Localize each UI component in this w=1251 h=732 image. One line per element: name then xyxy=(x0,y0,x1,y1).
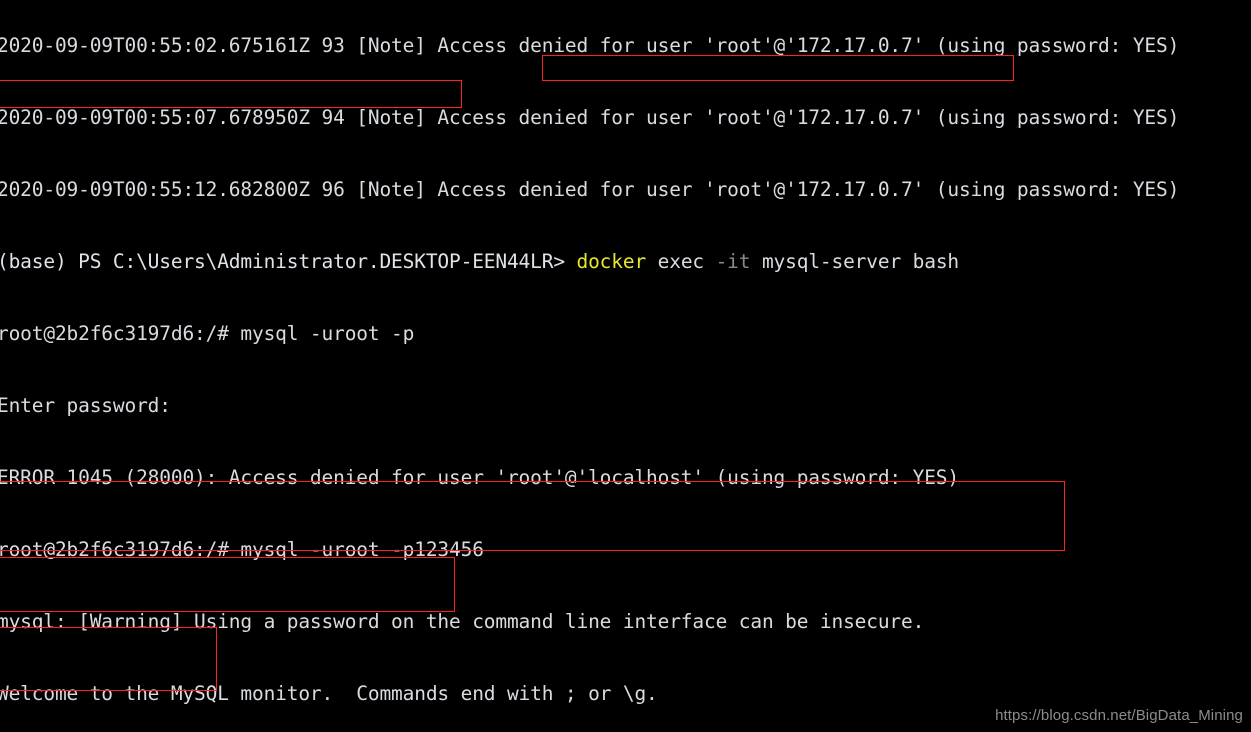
docker-subcommand: exec xyxy=(646,250,716,273)
docker-keyword: docker xyxy=(576,250,647,273)
terminal-line: 2020-09-09T00:55:02.675161Z 93 [Note] Ac… xyxy=(0,34,1180,57)
terminal-line: 2020-09-09T00:55:12.682800Z 96 [Note] Ac… xyxy=(0,178,1180,201)
terminal-window[interactable]: 2020-09-09T00:55:02.675161Z 93 [Note] Ac… xyxy=(0,0,1251,732)
terminal-line: mysql: [Warning] Using a password on the… xyxy=(0,610,925,633)
terminal-output[interactable]: 2020-09-09T00:55:02.675161Z 93 [Note] Ac… xyxy=(0,0,1251,732)
terminal-line: ERROR 1045 (28000): Access denied for us… xyxy=(0,466,959,489)
docker-args: mysql-server bash xyxy=(750,250,959,273)
terminal-line-docker-command: (base) PS C:\Users\Administrator.DESKTOP… xyxy=(0,250,1251,274)
docker-flag-it: -it xyxy=(715,250,751,273)
terminal-line: root@2b2f6c3197d6:/# mysql -uroot -p1234… xyxy=(0,538,484,561)
terminal-line: root@2b2f6c3197d6:/# mysql -uroot -p xyxy=(0,322,415,345)
powershell-prompt: (base) PS C:\Users\Administrator.DESKTOP… xyxy=(0,250,577,273)
terminal-line: Enter password: xyxy=(0,394,171,417)
terminal-line: Welcome to the MySQL monitor. Commands e… xyxy=(0,682,658,705)
csdn-watermark: https://blog.csdn.net/BigData_Mining xyxy=(995,707,1243,724)
terminal-line: 2020-09-09T00:55:07.678950Z 94 [Note] Ac… xyxy=(0,106,1180,129)
